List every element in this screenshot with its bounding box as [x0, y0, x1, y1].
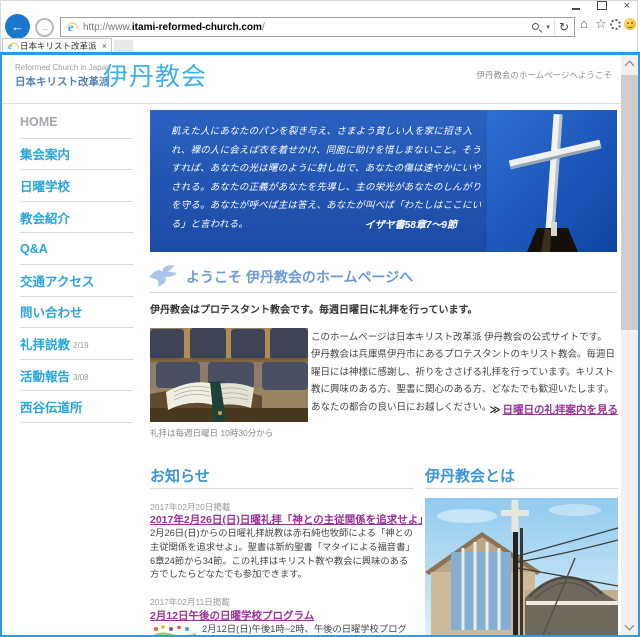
hero-banner: 飢えた人にあなたのパンを裂き与え、さまよう貧しい人を家に招き入れ、裸の人に会えば…	[150, 110, 617, 252]
window-frame-left	[0, 55, 2, 635]
maximize-icon	[597, 1, 607, 10]
worship-info-link[interactable]: 日曜日の礼拝案内を見る	[503, 404, 619, 416]
sidebar-item-label: 教会紹介	[20, 208, 70, 227]
sidebar-item-date: 3/08	[73, 373, 89, 382]
sidebar-item-contact[interactable]: 問い合わせ	[20, 297, 133, 329]
sidebar-item-label: 西谷伝道所	[20, 397, 83, 416]
dove-icon	[148, 264, 178, 288]
sidebar-item-label: 集会案内	[20, 144, 70, 163]
cross-photo	[487, 110, 617, 252]
header-divider	[2, 103, 621, 104]
vertical-scrollbar[interactable]	[621, 55, 638, 635]
bible-verse-reference: イザヤ書58章7〜9節	[171, 216, 457, 231]
smiley-mouth	[627, 24, 633, 28]
sidebar-item-access[interactable]: 交通アクセス	[20, 265, 133, 297]
news-thumbnail-image	[150, 623, 196, 635]
tab-favicon-ie-icon: e	[7, 41, 17, 51]
search-dropdown-caret-icon[interactable]: ▾	[546, 23, 550, 31]
sidebar-item-date: 2/19	[73, 341, 89, 350]
address-bar-divider	[554, 20, 555, 34]
welcome-heading: ようこそ 伊丹教会のホームページへ	[186, 267, 413, 287]
sidebar-item-home[interactable]: HOME	[20, 107, 133, 139]
description-line-1: このホームページは日本キリスト改革派 伊丹教会の公式サイトです。	[311, 329, 618, 346]
welcome-heading-divider	[150, 292, 617, 293]
back-arrow-icon: ←	[11, 19, 24, 34]
sidebar-item-label: Q&A	[20, 242, 48, 256]
tab-title: 日本キリスト改革派 伊丹教会...	[20, 40, 99, 52]
sidebar-item-nishitani-mission[interactable]: 西谷伝道所	[20, 391, 133, 423]
url-scheme: http://www.	[83, 22, 132, 33]
url-path: /	[262, 22, 265, 33]
welcome-intro-text: 伊丹教会はプロテスタント教会です。毎週日曜日に礼拝を行っています。	[150, 301, 478, 316]
address-bar[interactable]: e http://www.itami-reformed-church.com/ …	[60, 17, 575, 37]
tab-close-icon[interactable]: ×	[102, 41, 107, 51]
scrollbar-up-arrow[interactable]	[621, 55, 638, 72]
maximize-button[interactable]	[597, 0, 607, 15]
about-heading-divider	[425, 488, 618, 489]
sidebar-item-activity-report[interactable]: 活動報告3/08	[20, 360, 133, 392]
news-item-date: 2017年02月11日掲載	[150, 596, 230, 608]
minimize-button[interactable]	[572, 0, 580, 15]
home-icon[interactable]: ⌂	[580, 17, 588, 31]
favorites-star-icon[interactable]: ☆	[595, 17, 607, 31]
site-title-logo[interactable]: 伊丹教会	[103, 57, 207, 93]
sidebar-item-sunday-school[interactable]: 日曜学校	[20, 170, 133, 202]
sidebar-item-qa[interactable]: Q&A	[20, 233, 133, 265]
scrollbar-down-arrow[interactable]	[621, 618, 638, 635]
about-heading: 伊丹教会とは	[425, 465, 515, 486]
sidebar-item-label: 日曜学校	[20, 176, 70, 195]
sidebar-item-sermons[interactable]: 礼拝説教2/19	[20, 328, 133, 360]
news-item-title-link[interactable]: 2017年2月26日(日)日曜礼拝「神との主従関係を追求せよ」	[150, 512, 422, 527]
church-building-photo	[425, 498, 618, 635]
settings-gear-icon[interactable]	[610, 19, 621, 30]
chevron-right-icon: ≫	[490, 404, 501, 416]
url-domain: itami-reformed-church.com	[132, 22, 262, 33]
chevron-down-icon	[625, 620, 635, 630]
page-viewport: Reformed Church in Japan 日本キリスト改革派 伊丹教会 …	[2, 55, 638, 635]
refresh-icon[interactable]: ↻	[559, 21, 569, 33]
denomination-ja-label: 日本キリスト改革派	[15, 74, 110, 89]
news-item-body: 2月26日(日)からの日曜礼拝説教は赤石純也牧師による「神との主従関係を追求せよ…	[150, 527, 416, 582]
back-button[interactable]: ←	[5, 14, 30, 39]
bible-photo-caption: 礼拝は毎週日曜日 10時30分から	[150, 427, 273, 439]
browser-window: × ← → e http://www.itami-reformed-church…	[0, 0, 640, 637]
sidebar-nav: HOME 集会案内 日曜学校 教会紹介 Q&A 交通アクセス 問い合わせ 礼拝説…	[20, 107, 133, 423]
page-favicon-ie-icon: e	[66, 21, 79, 34]
sidebar-item-label: 交通アクセス	[20, 271, 94, 290]
scrollbar-thumb[interactable]	[621, 75, 638, 330]
news-heading: お知らせ	[150, 465, 210, 486]
search-icon[interactable]	[532, 23, 541, 32]
minimize-icon	[572, 8, 580, 10]
new-tab-button[interactable]	[114, 40, 133, 52]
sidebar-item-label: HOME	[20, 115, 58, 129]
news-item-row: 2月12日(日)午後1時~2時、午後の日曜学校プログ	[150, 623, 422, 635]
bible-photo	[150, 328, 308, 422]
tab-itami-church[interactable]: e 日本キリスト改革派 伊丹教会... ×	[2, 38, 112, 52]
denomination-en-label: Reformed Church in Japan	[15, 63, 111, 72]
feedback-smiley-icon[interactable]	[624, 18, 636, 30]
close-window-icon[interactable]: ×	[624, 1, 630, 11]
news-item-title-link[interactable]: 2月12日午後の日曜学校プログラム	[150, 608, 422, 623]
sidebar-item-label: 礼拝説教	[20, 334, 70, 353]
news-item-body: 2月12日(日)午後1時~2時、午後の日曜学校プログ	[202, 623, 407, 635]
chevron-up-icon	[625, 60, 635, 70]
description-line-2: 伊丹教会は兵庫県伊丹市にあるプロテスタントのキリスト教会。毎週日曜日には神様に感…	[311, 346, 618, 398]
sidebar-item-label: 問い合わせ	[20, 302, 83, 321]
news-heading-divider	[150, 488, 413, 489]
forward-button[interactable]: →	[35, 18, 54, 37]
sidebar-item-meetings[interactable]: 集会案内	[20, 139, 133, 171]
worship-link-row: ≫日曜日の礼拝案内を見る	[311, 402, 618, 417]
forward-arrow-icon: →	[40, 23, 49, 33]
window-controls: ×	[572, 1, 630, 11]
sidebar-item-label: 活動報告	[20, 366, 70, 385]
header-welcome-note: 伊丹教会のホームページへようこそ	[476, 69, 612, 81]
sidebar-item-church-intro[interactable]: 教会紹介	[20, 202, 133, 234]
url-text: http://www.itami-reformed-church.com/	[83, 22, 528, 33]
